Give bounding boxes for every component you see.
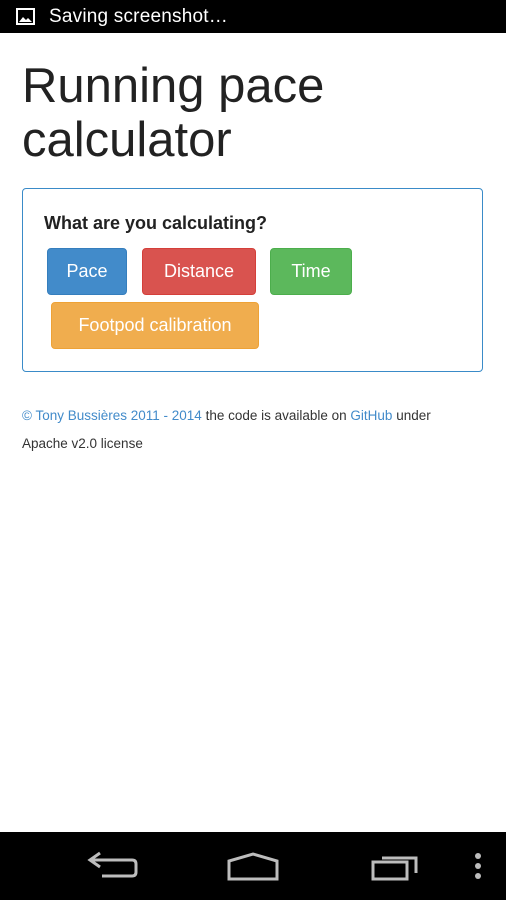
navigation-bar <box>0 832 506 900</box>
calculator-panel: What are you calculating? Pace Distance … <box>22 188 483 372</box>
page-content: Running pace calculator What are you cal… <box>0 33 506 832</box>
footer-text-middle: the code is available on <box>201 408 351 423</box>
back-icon <box>87 851 138 878</box>
footer: © Tony Bussières 2011 - 2014 the code is… <box>22 402 472 458</box>
footpod-calibration-button[interactable]: Footpod calibration <box>51 302 259 349</box>
image-icon <box>16 8 35 25</box>
github-link[interactable]: GitHub <box>350 408 392 423</box>
calculation-question: What are you calculating? <box>44 213 268 233</box>
home-button[interactable] <box>222 846 284 886</box>
recents-icon <box>371 856 418 881</box>
copyright-link[interactable]: © Tony Bussières 2011 - 2014 <box>22 408 202 423</box>
overflow-menu-button[interactable] <box>468 846 488 886</box>
page-title: Running pace calculator <box>22 59 325 167</box>
home-icon <box>227 852 279 881</box>
pace-button[interactable]: Pace <box>47 248 127 295</box>
back-button[interactable] <box>82 846 142 886</box>
distance-button[interactable]: Distance <box>142 248 256 295</box>
status-bar: Saving screenshot… <box>0 0 506 33</box>
recents-button[interactable] <box>366 846 424 886</box>
overflow-menu-icon <box>475 853 481 879</box>
status-text: Saving screenshot… <box>49 5 228 27</box>
time-button[interactable]: Time <box>270 248 352 295</box>
